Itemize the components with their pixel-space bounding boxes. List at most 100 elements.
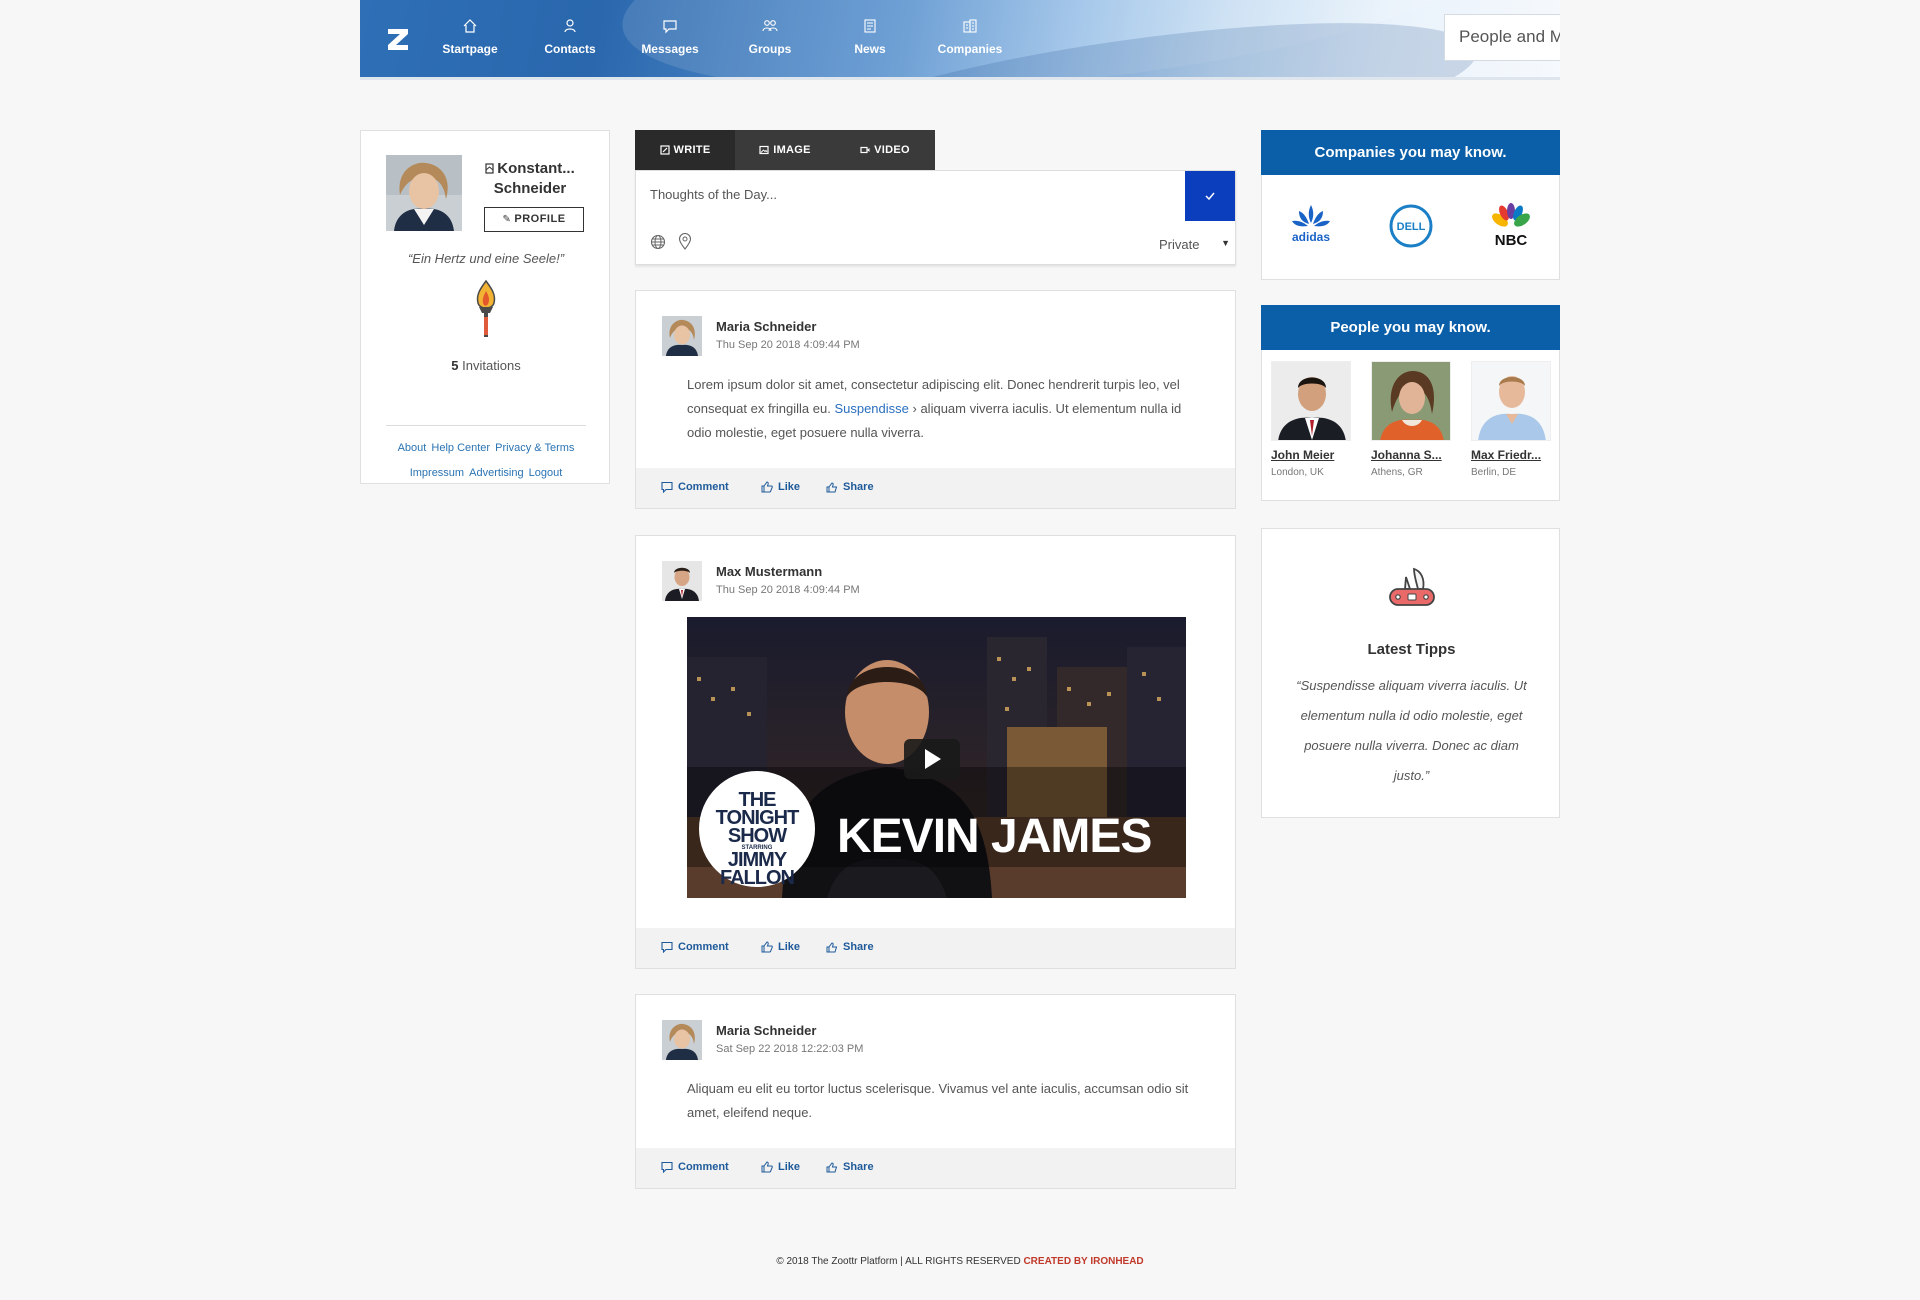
globe-icon[interactable] (650, 234, 666, 250)
nav-startpage[interactable]: Startpage (420, 18, 520, 58)
dell-logo[interactable]: DELL (1386, 201, 1436, 251)
post-link[interactable]: Suspendisse (834, 401, 908, 416)
person-card[interactable]: Johanna S... Athens, GR (1371, 361, 1453, 478)
post-author[interactable]: Maria Schneider (716, 319, 816, 334)
composer-tabs: WRITE IMAGE VIDEO (635, 130, 935, 170)
credit-link[interactable]: CREATED BY IRONHEAD (1023, 1256, 1143, 1267)
video-thumbnail[interactable]: THE TONIGHT SHOW STARRING JIMMY FALLON K… (687, 617, 1186, 898)
comment-icon (661, 481, 673, 493)
profile-name-first: Konstant... (497, 160, 575, 177)
link-about[interactable]: About (398, 442, 427, 454)
location-pin-icon[interactable] (678, 233, 692, 250)
post-author[interactable]: Maria Schneider (716, 1023, 816, 1038)
news-icon (864, 19, 876, 33)
post-actions: Comment Like Share (636, 468, 1235, 508)
search-input[interactable] (1459, 27, 1560, 47)
swiss-knife-icon (1389, 567, 1435, 606)
share-button[interactable]: Share (826, 481, 874, 493)
comment-label: Comment (678, 941, 729, 953)
comment-button[interactable]: Comment (661, 1161, 729, 1173)
like-label: Like (778, 941, 801, 953)
post-author[interactable]: Max Mustermann (716, 564, 822, 579)
link-help-center[interactable]: Help Center (431, 442, 490, 454)
comment-button[interactable]: Comment (661, 941, 729, 953)
share-icon (826, 942, 838, 953)
share-label: Share (843, 1161, 874, 1173)
dell-logo-text: DELL (1397, 221, 1426, 233)
post-actions: Comment Like Share (636, 928, 1235, 968)
like-label: Like (778, 481, 801, 493)
divider (386, 425, 586, 426)
tab-image[interactable]: IMAGE (735, 130, 835, 170)
share-button[interactable]: Share (826, 941, 874, 953)
tab-write[interactable]: WRITE (635, 130, 735, 170)
invitations-count[interactable]: 5 Invitations (361, 358, 611, 373)
author-avatar[interactable] (662, 316, 702, 356)
link-advertising[interactable]: Advertising (469, 467, 523, 479)
author-avatar[interactable] (662, 1020, 702, 1060)
home-icon (463, 19, 477, 33)
post-body: Aliquam eu elit eu tortor luctus sceleri… (687, 1081, 1189, 1120)
post-actions: Comment Like Share (636, 1148, 1235, 1188)
person-card[interactable]: Max Friedr... Berlin, DE (1471, 361, 1553, 478)
nav-label: Startpage (442, 42, 498, 56)
person-location: Berlin, DE (1471, 467, 1517, 478)
footer-links-row2: Impressum Advertising Logout (361, 467, 611, 479)
person-card[interactable]: John Meier London, UK (1271, 361, 1353, 478)
companies-title: Companies you may know. (1261, 130, 1560, 175)
comment-button[interactable]: Comment (661, 481, 729, 493)
like-button[interactable]: Like (761, 1161, 800, 1173)
comment-icon (661, 941, 673, 953)
thumbs-up-icon (761, 481, 773, 493)
pen-icon (659, 145, 670, 155)
privacy-select[interactable]: Private ▼ (1159, 237, 1234, 252)
like-button[interactable]: Like (761, 481, 800, 493)
share-icon (826, 482, 838, 493)
privacy-value: Private (1159, 237, 1200, 252)
nav-label: News (854, 42, 886, 56)
profile-avatar[interactable] (386, 155, 462, 231)
link-impressum[interactable]: Impressum (410, 467, 464, 479)
post-date: Thu Sep 20 2018 4:09:44 PM (716, 584, 860, 596)
person-name[interactable]: Max Friedr... (1471, 448, 1553, 462)
share-label: Share (843, 481, 874, 493)
post-card: Maria Schneider Thu Sep 20 2018 4:09:44 … (635, 290, 1236, 509)
comment-label: Comment (678, 1161, 729, 1173)
nbc-logo[interactable]: NBC (1486, 201, 1536, 251)
person-name[interactable]: John Meier (1271, 448, 1353, 462)
nav-news[interactable]: News (820, 18, 920, 58)
adidas-logo[interactable]: adidas (1286, 201, 1336, 251)
nbc-logo-text: NBC (1495, 232, 1528, 249)
page-footer: © 2018 The Zoottr Platform | ALL RIGHTS … (0, 1256, 1920, 1267)
post-card: Maria Schneider Sat Sep 22 2018 12:22:03… (635, 994, 1236, 1189)
composer-input[interactable] (650, 187, 1150, 202)
link-logout[interactable]: Logout (529, 467, 563, 479)
user-icon (564, 19, 576, 33)
nav-messages[interactable]: Messages (620, 18, 720, 58)
post-date: Sat Sep 22 2018 12:22:03 PM (716, 1043, 864, 1055)
zoottr-logo[interactable] (384, 25, 412, 53)
tab-video[interactable]: VIDEO (835, 130, 935, 170)
person-name[interactable]: Johanna S... (1371, 448, 1453, 462)
person-location: London, UK (1271, 467, 1324, 478)
thumbs-up-icon (761, 1161, 773, 1173)
submit-button[interactable] (1185, 171, 1235, 221)
profile-quote: “Ein Hertz und eine Seele!” (407, 251, 565, 266)
torch-icon (476, 279, 496, 337)
nav-companies[interactable]: Companies (920, 18, 1020, 58)
person-location: Athens, GR (1371, 467, 1423, 478)
nav-label: Contacts (544, 42, 596, 56)
comment-icon (661, 1161, 673, 1173)
nav-contacts[interactable]: Contacts (520, 18, 620, 58)
profile-button[interactable]: ✎ PROFILE (484, 207, 584, 232)
author-avatar[interactable] (662, 561, 702, 601)
person-photo[interactable] (1471, 361, 1551, 441)
person-photo[interactable] (1371, 361, 1451, 441)
like-button[interactable]: Like (761, 941, 800, 953)
person-photo[interactable] (1271, 361, 1351, 441)
link-privacy-terms[interactable]: Privacy & Terms (495, 442, 574, 454)
search-box (1444, 14, 1560, 61)
nav-groups[interactable]: Groups (720, 18, 820, 58)
video-logo-line3: SHOW (727, 825, 787, 847)
share-button[interactable]: Share (826, 1161, 874, 1173)
